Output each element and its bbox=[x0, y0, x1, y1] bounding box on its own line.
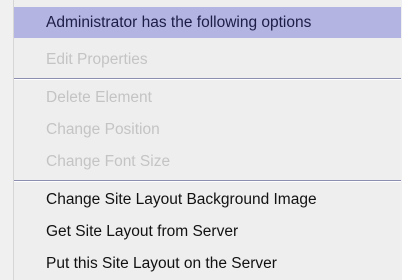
menu-item-change-background-image[interactable]: Change Site Layout Background Image bbox=[14, 185, 401, 215]
menu-header: Administrator has the following options bbox=[14, 7, 401, 38]
context-menu: Administrator has the following options … bbox=[13, 0, 401, 280]
menu-item-get-layout-from-server[interactable]: Get Site Layout from Server bbox=[14, 217, 401, 247]
menu-item-edit-properties: Edit Properties bbox=[46, 51, 148, 68]
menu-separator bbox=[14, 180, 401, 182]
menu-item-change-font-size: Change Font Size bbox=[46, 153, 171, 170]
menu-item-put-layout-on-server[interactable]: Put this Site Layout on the Server bbox=[14, 249, 401, 279]
menu-item-delete-element: Delete Element bbox=[46, 89, 152, 106]
menu-separator bbox=[14, 78, 401, 80]
menu-item-change-position: Change Position bbox=[46, 121, 160, 138]
